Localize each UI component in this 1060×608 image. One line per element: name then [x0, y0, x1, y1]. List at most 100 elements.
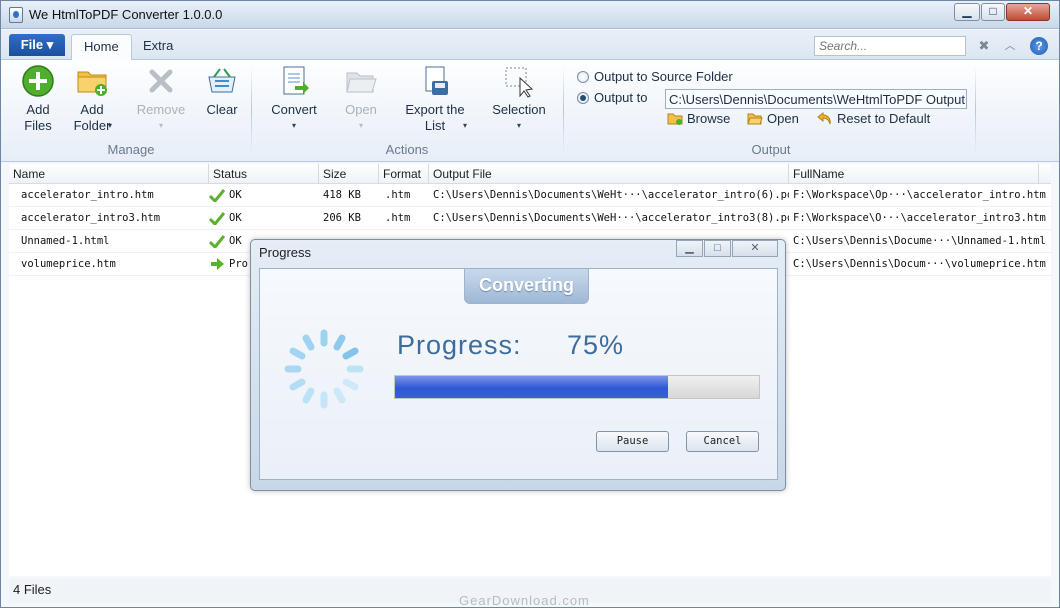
add-folder-button[interactable]: Add Folder ▾	[69, 64, 115, 134]
clear-button[interactable]: Clear	[201, 64, 243, 118]
tab-extra[interactable]: Extra	[131, 34, 185, 60]
cell-size: 206 KB	[323, 212, 361, 224]
help-icon[interactable]: ?	[1030, 37, 1048, 55]
open-output-button[interactable]: Open	[747, 111, 799, 126]
check-icon	[209, 189, 225, 202]
output-source-radio[interactable]	[577, 71, 589, 83]
dialog-close-button[interactable]: ✕	[732, 240, 778, 257]
output-path-field[interactable]: C:\Users\Dennis\Documents\WeHtmlToPDF Ou…	[665, 89, 967, 109]
app-icon	[9, 7, 23, 23]
table-row[interactable]: accelerator_intro.htm OK 418 KB .htm C:\…	[9, 184, 1051, 207]
column-header-fullname[interactable]: FullName	[789, 164, 1039, 184]
table-row[interactable]: accelerator_intro3.htm OK 206 KB .htm C:…	[9, 207, 1051, 230]
cell-fullname: F:\Workspace\O···\accelerator_intro3.htm	[793, 212, 1046, 224]
tab-home[interactable]: Home	[71, 34, 132, 60]
cancel-button[interactable]: Cancel	[686, 431, 759, 452]
convert-document-icon	[277, 64, 311, 98]
search-input[interactable]	[814, 36, 966, 56]
selection-button[interactable]: Selection ▾	[489, 64, 549, 134]
check-icon	[209, 235, 225, 248]
convert-button[interactable]: Convert ▾	[267, 64, 321, 134]
group-output-label: Output	[751, 142, 791, 157]
remove-button[interactable]: Remove ▾	[135, 64, 187, 134]
progress-dialog: Progress ▁ □ ✕ Converting Progress: 75% …	[250, 239, 786, 491]
file-menu-button[interactable]: File ▾	[9, 34, 65, 56]
chevron-down-icon: ▾	[158, 121, 163, 130]
status-text: Pro	[229, 258, 248, 270]
dialog-body: Converting Progress: 75% Pause Cancel	[259, 268, 778, 480]
cell-format: .htm	[385, 212, 411, 224]
ribbon-tabs: File ▾ Home Extra ✖ ︿ ?	[1, 30, 1059, 60]
cell-fullname: C:\Users\Dennis\Docum···\volumeprice.htm	[793, 258, 1046, 270]
status-text: OK	[229, 235, 242, 247]
convert-label: Convert	[271, 102, 317, 117]
browse-button[interactable]: Browse	[667, 111, 730, 126]
status-text: OK	[229, 212, 242, 224]
cell-output: C:\Users\Dennis\Documents\WeH···\acceler…	[433, 212, 789, 224]
progress-label: Progress:	[397, 330, 522, 360]
progress-bar-fill	[395, 376, 668, 398]
clear-label: Clear	[206, 102, 238, 117]
export-list-button[interactable]: Export the List ▾	[401, 64, 469, 134]
remove-x-icon	[144, 64, 178, 98]
minimize-button[interactable]: ▁	[954, 3, 980, 21]
add-files-button[interactable]: Add Files	[15, 64, 61, 134]
add-files-label: Add Files	[24, 102, 52, 133]
pause-button[interactable]: Pause	[596, 431, 669, 452]
close-button[interactable]: ✕	[1006, 3, 1050, 21]
group-manage-label: Manage	[107, 142, 155, 157]
progress-value: 75%	[567, 330, 625, 360]
table-header: Name Status Size Format Output File Full…	[9, 164, 1051, 184]
window-title: We HtmlToPDF Converter 1.0.0.0	[29, 7, 223, 22]
watermark: GearDownload.com	[459, 593, 590, 608]
chevron-down-icon: ▾	[463, 121, 468, 130]
cell-status: OK	[209, 207, 319, 230]
cell-name: Unnamed-1.html	[21, 235, 110, 247]
selection-cursor-icon	[502, 64, 536, 98]
status-text: OK	[229, 189, 242, 201]
reset-default-label: Reset to Default	[837, 111, 931, 126]
collapse-ribbon-icon[interactable]: ︿	[1002, 38, 1018, 54]
main-window: We HtmlToPDF Converter 1.0.0.0 ▁ □ ✕ Fil…	[0, 0, 1060, 608]
undo-arrow-icon	[817, 111, 833, 125]
add-folder-label: Add Folder	[73, 102, 111, 133]
dialog-maximize-button[interactable]: □	[704, 240, 731, 257]
progress-bar	[394, 375, 760, 399]
column-header-output[interactable]: Output File	[429, 164, 789, 184]
chevron-down-icon: ▾	[358, 121, 363, 130]
dialog-minimize-button[interactable]: ▁	[676, 240, 703, 257]
folder-add-icon	[75, 64, 109, 98]
output-to-radio[interactable]	[577, 92, 589, 104]
chevron-down-icon: ▾	[516, 121, 521, 130]
cell-name: volumeprice.htm	[21, 258, 116, 270]
cell-status: OK	[209, 184, 319, 207]
column-header-name[interactable]: Name	[9, 164, 209, 184]
dialog-title: Progress	[259, 245, 312, 260]
open-label: Open	[345, 102, 377, 117]
spinner-icon	[284, 329, 364, 409]
group-separator	[251, 66, 252, 154]
open-button[interactable]: Open ▾	[341, 64, 381, 134]
group-actions-label: Actions	[385, 142, 429, 157]
cell-output: C:\Users\Dennis\Documents\WeHt···\accele…	[433, 189, 789, 201]
browse-label: Browse	[687, 111, 731, 126]
remove-label: Remove	[136, 102, 186, 117]
check-icon	[209, 212, 225, 225]
save-disk-icon	[418, 64, 452, 98]
title-bar: We HtmlToPDF Converter 1.0.0.0 ▁ □ ✕	[1, 1, 1059, 29]
converting-banner: Converting	[464, 269, 589, 304]
open-output-label: Open	[767, 111, 799, 126]
cell-name: accelerator_intro.htm	[21, 189, 154, 201]
chevron-down-icon: ▾	[108, 121, 113, 130]
basket-icon	[205, 64, 239, 98]
group-separator	[975, 66, 976, 154]
reset-default-button[interactable]: Reset to Default	[817, 111, 930, 126]
output-source-label: Output to Source Folder	[594, 69, 733, 84]
column-header-format[interactable]: Format	[379, 164, 429, 184]
ribbon: Add Files Add Folder ▾ Remove ▾ Clear Ma…	[1, 60, 1059, 162]
clear-search-icon[interactable]: ✖	[976, 38, 992, 54]
export-list-label: Export the List	[405, 102, 465, 133]
column-header-status[interactable]: Status	[209, 164, 319, 184]
column-header-size[interactable]: Size	[319, 164, 379, 184]
maximize-button[interactable]: □	[981, 3, 1005, 21]
